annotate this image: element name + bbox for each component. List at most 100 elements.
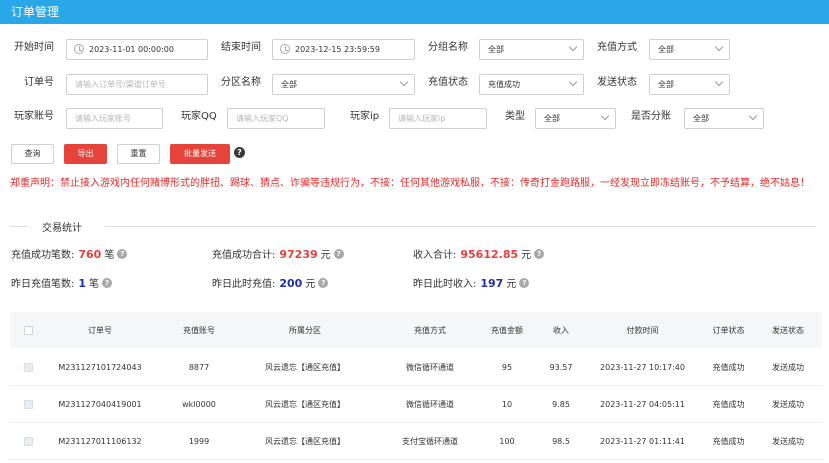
send-status-cell: 发送成功 xyxy=(772,436,804,446)
zone-name-label: 分区名称 xyxy=(221,77,261,88)
end-time-label: 结束时间 xyxy=(221,42,261,53)
income-cell: 98.5 xyxy=(552,436,570,446)
chevron-down-icon xyxy=(399,77,409,87)
help-icon[interactable]: ? xyxy=(318,278,329,288)
help-icon[interactable]: ? xyxy=(333,249,344,259)
amount-cell: 100 xyxy=(499,436,515,446)
column-header: 充值账号 xyxy=(183,325,215,335)
group-name-select[interactable]: 全部 xyxy=(479,39,584,60)
stats-section-header: 交易统计 xyxy=(10,221,816,234)
stat-yesterday-count: 昨日充值笔数: 1 笔? xyxy=(11,276,113,293)
pay-time-cell: 2023-11-27 04:05:11 xyxy=(600,399,685,409)
order-status-cell: 充值成功 xyxy=(712,362,745,372)
divider xyxy=(10,226,28,227)
chevron-down-icon xyxy=(714,77,724,87)
help-icon[interactable]: ? xyxy=(519,278,530,288)
pay-method-cell: 支付宝循环通道 xyxy=(402,436,458,446)
column-header: 发送状态 xyxy=(772,325,804,335)
column-header: 所属分区 xyxy=(289,325,321,335)
column-header: 订单状态 xyxy=(712,325,745,335)
query-button[interactable]: 查询 xyxy=(11,144,54,164)
pay-method-label: 充值方式 xyxy=(597,42,637,53)
end-time-input[interactable]: 2023-12-15 23:59:59 xyxy=(272,39,415,60)
zone-name-select[interactable]: 全部 xyxy=(272,74,415,95)
pay-time-cell: 2023-11-27 01:11:41 xyxy=(600,436,685,446)
send-status-cell: 发送成功 xyxy=(772,362,804,372)
player-ip-input[interactable]: 请输入玩家ip xyxy=(389,108,487,129)
send-status-label: 发送状态 xyxy=(597,77,637,88)
pay-method-cell: 微信循环通道 xyxy=(406,399,454,409)
send-status-cell: 发送成功 xyxy=(772,399,804,409)
start-time-label: 开始时间 xyxy=(14,42,54,53)
player-qq-label: 玩家QQ xyxy=(181,111,217,122)
table-header: 订单号 充值账号 所属分区 充值方式 充值金额 收入 付款时间 订单状态 发送状… xyxy=(10,312,822,348)
column-header: 收入 xyxy=(553,325,569,335)
batch-send-button[interactable]: 批量发送 xyxy=(170,144,230,164)
export-button[interactable]: 导出 xyxy=(64,144,107,164)
income-cell: 93.57 xyxy=(549,362,573,372)
order-no-input[interactable]: 请输入订单号/渠道订单号 xyxy=(66,74,208,95)
help-icon[interactable]: ? xyxy=(234,147,245,158)
chevron-down-icon xyxy=(600,111,610,121)
select-all-checkbox[interactable] xyxy=(23,325,33,335)
type-select[interactable]: 全部 xyxy=(535,108,616,129)
player-ip-label: 玩家ip xyxy=(350,111,380,122)
calendar-icon xyxy=(280,44,290,54)
is-split-select[interactable]: 全部 xyxy=(684,108,764,129)
is-split-label: 是否分账 xyxy=(631,111,671,122)
account-cell: 8877 xyxy=(188,362,210,372)
player-account-label: 玩家账号 xyxy=(14,111,54,122)
group-name-label: 分组名称 xyxy=(428,42,468,53)
type-label: 类型 xyxy=(505,111,525,122)
stat-yesterday-recharge: 昨日此时充值: 200 元? xyxy=(212,276,329,293)
reset-button[interactable]: 重置 xyxy=(117,144,160,164)
table-row: M231127101724043 8877 风云遗忘【通区充值】 微信循环通道 … xyxy=(10,349,822,386)
chevron-down-icon xyxy=(568,42,578,52)
pay-status-label: 充值状态 xyxy=(428,77,468,88)
column-header: 订单号 xyxy=(88,325,112,335)
pay-status-select[interactable]: 充值成功 xyxy=(479,74,584,95)
stat-yesterday-income: 昨日此时收入: 197 元? xyxy=(413,276,530,293)
pay-method-cell: 微信循环通道 xyxy=(406,362,454,372)
column-header: 充值金额 xyxy=(491,325,523,335)
amount-cell: 10 xyxy=(501,399,513,409)
table-row: M231127011106132 1999 风云遗忘【通区充值】 支付宝循环通道… xyxy=(10,423,822,460)
income-cell: 9.85 xyxy=(552,399,570,409)
stat-success-total: 充值成功合计: 97239 元? xyxy=(212,247,344,264)
help-icon[interactable]: ? xyxy=(534,249,545,259)
order-status-cell: 充值成功 xyxy=(712,436,745,446)
zone-cell: 风云遗忘【通区充值】 xyxy=(265,436,345,446)
row-checkbox[interactable] xyxy=(23,436,33,446)
order-no-cell: M231127040419001 xyxy=(58,399,142,409)
order-status-cell: 充值成功 xyxy=(712,399,745,409)
column-header: 付款时间 xyxy=(626,325,659,335)
divider xyxy=(105,226,816,227)
player-account-input[interactable]: 请输入玩家账号 xyxy=(66,108,163,129)
order-no-cell: M231127101724043 xyxy=(58,362,142,372)
help-icon[interactable]: ? xyxy=(117,249,128,259)
row-checkbox[interactable] xyxy=(23,362,33,372)
stat-income-total: 收入合计: 95612.85 元? xyxy=(413,247,545,264)
account-cell: 1999 xyxy=(188,436,210,446)
zone-cell: 风云遗忘【通区充值】 xyxy=(265,399,345,409)
zone-cell: 风云遗忘【通区充值】 xyxy=(265,362,345,372)
start-time-input[interactable]: 2023-11-01 00:00:00 xyxy=(66,39,208,60)
column-header: 充值方式 xyxy=(414,325,446,335)
order-no-label: 订单号 xyxy=(24,77,54,88)
account-cell: wkl0000 xyxy=(182,399,216,409)
stat-success-count: 充值成功笔数: 760 笔? xyxy=(11,247,128,264)
calendar-icon xyxy=(74,44,84,54)
row-checkbox[interactable] xyxy=(23,399,33,409)
send-status-select[interactable]: 全部 xyxy=(649,74,730,95)
window-title: 订单管理 xyxy=(0,0,829,24)
order-no-cell: M231127011106132 xyxy=(58,436,142,446)
pay-method-select[interactable]: 全部 xyxy=(649,39,730,60)
table-row: M231127040419001 wkl0000 风云遗忘【通区充值】 微信循环… xyxy=(10,386,822,423)
chevron-down-icon xyxy=(714,42,724,52)
help-icon[interactable]: ? xyxy=(102,278,113,288)
amount-cell: 95 xyxy=(501,362,513,372)
pay-time-cell: 2023-11-27 10:17:40 xyxy=(600,362,685,372)
notice-text: 郑重声明：禁止接入游戏内任何赌博形式的胖扭、踢球、猜点、诈骗等违规行为，不接：任… xyxy=(10,178,810,189)
chevron-down-icon xyxy=(748,111,758,121)
player-qq-input[interactable]: 请输入玩家QQ xyxy=(227,108,325,129)
